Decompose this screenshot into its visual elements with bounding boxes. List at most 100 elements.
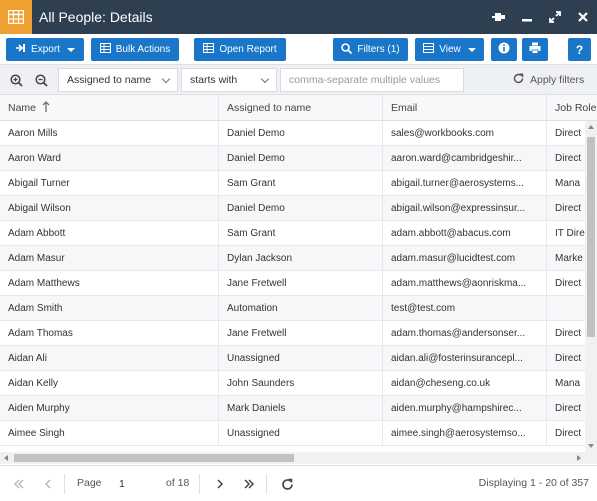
scroll-up-icon[interactable] (588, 125, 594, 129)
expand-icon[interactable] (541, 0, 569, 34)
table-cell: John Saunders (219, 371, 383, 396)
zoom-out-icon[interactable] (32, 71, 50, 89)
table-row[interactable]: Adam Thomas Jane Fretwell adam.thomas@ande… (0, 321, 585, 346)
title-bar: All People: Details (0, 0, 597, 34)
toolbar: Export Bulk Actions Open Report Filters … (0, 34, 597, 64)
table-cell: adam.thomas@andersonser... (383, 321, 547, 346)
table-cell: adam.matthews@aonriskma... (383, 271, 547, 296)
grid-body: Aaron Mills Daniel Demo sales@workbooks.co… (0, 121, 585, 446)
table-cell: Adam Smith (0, 296, 219, 321)
table-row[interactable]: Aaron Mills Daniel Demo sales@workbooks.co… (0, 121, 585, 146)
export-label: Export (31, 44, 60, 55)
close-icon[interactable] (569, 0, 597, 34)
table-row[interactable]: Aidan Kelly John Saunders aidan@cheseng.co… (0, 371, 585, 396)
table-cell: Unassigned (219, 346, 383, 371)
table-row[interactable]: Aidan Ali Unassigned aidan.ali@fosterinsur… (0, 346, 585, 371)
column-header-job-role[interactable]: Job Role (547, 95, 597, 121)
table-row[interactable]: Abigail Turner Sam Grant abigail.turner@ae… (0, 171, 585, 196)
table-row[interactable]: Aaron Ward Daniel Demo aaron.ward@cambridg… (0, 146, 585, 171)
table-cell: Direct (555, 203, 582, 214)
table-cell: Adam Matthews (0, 271, 219, 296)
next-page-icon[interactable] (209, 473, 231, 495)
table-cell: Adam Masur (0, 246, 219, 271)
filter-field-value: Assigned to name (67, 74, 152, 86)
scroll-right-icon[interactable] (577, 455, 581, 461)
vertical-scrollbar[interactable] (585, 121, 597, 452)
export-button[interactable]: Export (6, 38, 84, 61)
filter-operator-select[interactable]: starts with (181, 68, 277, 92)
table-cell: Adam Thomas (0, 321, 219, 346)
minimize-icon[interactable] (513, 0, 541, 34)
table-cell: Direct (555, 128, 582, 139)
table-cell: aiden.murphy@hampshirec... (383, 396, 547, 421)
table-cell: sales@workbooks.com (383, 121, 547, 146)
table-cell: Direct (555, 153, 582, 164)
table-row[interactable]: Adam Masur Dylan Jackson adam.masur@lucidt… (0, 246, 585, 271)
column-header-assigned[interactable]: Assigned to name (219, 95, 383, 121)
table-cell: Aiden Murphy (0, 396, 219, 421)
horizontal-scroll-thumb[interactable] (14, 454, 294, 462)
view-label: View (439, 44, 461, 55)
table-row[interactable]: Adam Matthews Jane Fretwell adam.matthews@… (0, 271, 585, 296)
table-cell: Mana (555, 178, 581, 189)
apply-filters-button[interactable]: Apply filters (513, 68, 584, 92)
filter-field-select[interactable]: Assigned to name (58, 68, 178, 92)
table-row[interactable]: Adam Smith Automation test@test.com (0, 296, 585, 321)
print-button[interactable] (522, 38, 548, 61)
pager-separator (199, 474, 200, 494)
filter-value-input[interactable]: comma-separate multiple values (280, 68, 464, 92)
table-row[interactable]: Adam Abbott Sam Grant adam.abbott@abacus.c… (0, 221, 585, 246)
scroll-left-icon[interactable] (4, 455, 8, 461)
filters-button[interactable]: Filters (1) (333, 38, 408, 61)
table-cell: Unassigned (219, 421, 383, 446)
refresh-icon (513, 73, 524, 87)
column-header-label: Email (391, 102, 418, 114)
table-cell: Jane Fretwell (219, 271, 383, 296)
table-cell: Abigail Turner (0, 171, 219, 196)
table-cell: Marke (555, 253, 583, 264)
open-report-button[interactable]: Open Report (194, 38, 286, 61)
table-cell: Direct (555, 353, 582, 364)
page-number-value: 1 (119, 478, 125, 490)
apply-filters-label: Apply filters (530, 74, 585, 86)
page-number-input[interactable]: 1 (108, 475, 156, 493)
zoom-in-icon[interactable] (7, 71, 25, 89)
table-cell: adam.abbott@abacus.com (383, 221, 547, 246)
grid-icon (99, 43, 111, 56)
export-icon (15, 43, 26, 56)
scrollbar-corner (585, 452, 597, 464)
list-icon (423, 43, 435, 56)
table-cell: test@test.com (383, 296, 547, 321)
table-cell: Direct (555, 428, 582, 439)
view-button[interactable]: View (415, 38, 484, 61)
column-header-email[interactable]: Email (383, 95, 547, 121)
info-button[interactable] (491, 38, 517, 61)
horizontal-scrollbar[interactable] (0, 452, 585, 464)
help-button[interactable]: ? (568, 38, 591, 61)
column-header-label: Job Role (555, 102, 597, 114)
filter-value-placeholder: comma-separate multiple values (289, 74, 441, 86)
chevron-down-icon (161, 74, 171, 84)
paging-toolbar: Page 1 of 18 Displaying 1 - 20 of 357 (0, 465, 597, 501)
table-row[interactable]: Aimee Singh Unassigned aimee.singh@aerosys… (0, 421, 585, 446)
scroll-down-icon[interactable] (588, 444, 594, 448)
table-cell: Direct (555, 403, 582, 414)
table-cell: adam.masur@lucidtest.com (383, 246, 547, 271)
help-icon: ? (575, 42, 584, 57)
page-count-label: of 18 (166, 477, 190, 489)
vertical-scroll-thumb[interactable] (587, 137, 595, 337)
table-cell: Sam Grant (219, 221, 383, 246)
table-row[interactable]: Aiden Murphy Mark Daniels aiden.murphy@ham… (0, 396, 585, 421)
first-page-icon[interactable] (8, 473, 30, 495)
last-page-icon[interactable] (238, 473, 260, 495)
grid-header: Name Assigned to name Email Job Role (0, 95, 597, 121)
table-row[interactable]: Abigail Wilson Daniel Demo abigail.wilson@… (0, 196, 585, 221)
refresh-icon[interactable] (276, 473, 298, 495)
table-cell: aaron.ward@cambridgeshir... (383, 146, 547, 171)
window-title: All People: Details (39, 9, 153, 25)
table-cell: Adam Abbott (0, 221, 219, 246)
previous-page-icon[interactable] (37, 473, 59, 495)
pin-icon[interactable] (485, 0, 513, 34)
bulk-actions-button[interactable]: Bulk Actions (91, 38, 179, 61)
column-header-name[interactable]: Name (0, 95, 219, 121)
